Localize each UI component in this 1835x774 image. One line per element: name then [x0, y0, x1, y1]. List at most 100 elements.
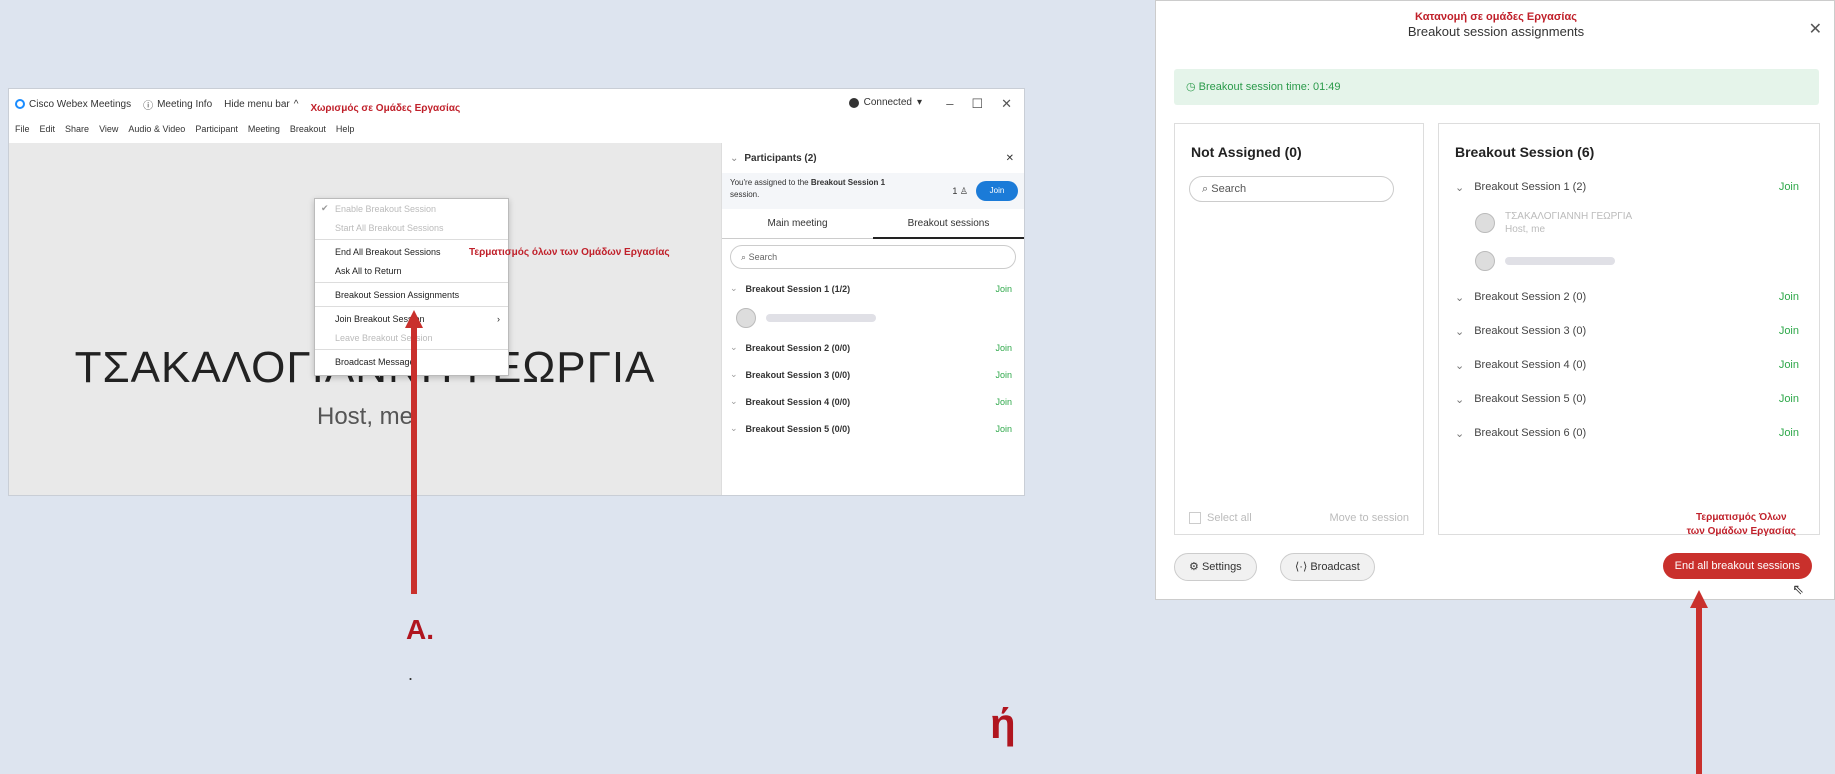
arrow-b-head — [1690, 590, 1708, 608]
menu-bar: File Edit Share View Audio & Video Participan… — [9, 119, 1024, 139]
close-icon[interactable]: ✕ — [1809, 19, 1822, 39]
not-assigned-search-input[interactable]: ⌕ Search — [1189, 176, 1394, 202]
end-all-breakout-sessions-button[interactable]: End all breakout sessions — [1662, 553, 1812, 579]
label-option-a: A. — [406, 614, 434, 645]
end-all-annotation: Τερματισμός Όλων των Ομάδων Εργασίας — [1687, 511, 1796, 539]
hide-menu-label: Hide menu bar — [224, 98, 290, 110]
session-join-link[interactable]: Join — [995, 284, 1012, 294]
tab-breakout-sessions[interactable]: Breakout sessions — [873, 209, 1024, 239]
participants-session-row[interactable]: ⌄ Breakout Session 5 (0/0) Join — [722, 415, 1024, 442]
menu-item-breakout[interactable]: Breakout — [290, 124, 326, 134]
dropdown-item-ask-all-to-return[interactable]: Ask All to Return — [315, 261, 508, 280]
participant-count-number: 1 — [952, 186, 958, 196]
dropdown-item-breakout-session-assignments[interactable]: Breakout Session Assignments — [315, 285, 508, 304]
breakout-session-row[interactable]: ⌄ Breakout Session 2 (0) Join — [1439, 280, 1819, 314]
assigned-session-name: Breakout Session 1 — [810, 178, 886, 187]
menu-item-edit[interactable]: Edit — [40, 124, 56, 134]
label-or: ή — [990, 700, 1016, 747]
chevron-down-icon[interactable]: ⌄ — [1455, 393, 1464, 406]
chevron-down-icon[interactable]: ⌄ — [730, 153, 738, 164]
chevron-down-icon[interactable]: ⌄ — [730, 396, 738, 407]
connected-label: Connected — [863, 97, 912, 108]
session-join-link[interactable]: Join — [995, 370, 1012, 380]
annotation-end-all: Τερματισμός όλων των Ομάδων Εργασίας — [469, 247, 670, 258]
breakout-session-row[interactable]: ⌄ Breakout Session 3 (0) Join — [1439, 314, 1819, 348]
participants-session-row[interactable]: ⌄ Breakout Session 3 (0/0) Join — [722, 361, 1024, 388]
breakout-session-row[interactable]: ⌄ Breakout Session 5 (0) Join — [1439, 382, 1819, 416]
breakout-join-link[interactable]: Join — [1779, 181, 1799, 193]
join-session-button[interactable]: Join — [976, 181, 1018, 201]
menu-item-participant[interactable]: Participant — [195, 124, 238, 134]
minimize-icon[interactable]: – — [946, 96, 953, 112]
chevron-up-icon: ^ — [293, 98, 299, 110]
submenu-arrow-icon: › — [497, 313, 500, 324]
connection-status[interactable]: Connected ▾ — [848, 97, 922, 108]
chevron-down-icon[interactable]: ⌄ — [1455, 359, 1464, 372]
session-label: Breakout Session 4 (0/0) — [745, 396, 851, 407]
checkbox-icon — [1189, 512, 1201, 524]
assignment-notice: You're assigned to the Breakout Session … — [722, 173, 1024, 209]
breakout-session-label: Breakout Session 1 (2) — [1474, 181, 1587, 193]
chevron-down-icon[interactable]: ⌄ — [1455, 181, 1464, 194]
meeting-info-button[interactable]: ⓘ Meeting Info — [143, 97, 212, 112]
chevron-down-icon[interactable]: ⌄ — [730, 423, 738, 434]
move-to-session-button[interactable]: Move to session — [1330, 512, 1409, 524]
chevron-down-icon[interactable]: ⌄ — [730, 283, 738, 294]
menu-item-audio-video[interactable]: Audio & Video — [128, 124, 185, 134]
breakout-member[interactable] — [1439, 242, 1819, 280]
breakout-member-info: ΤΣΑΚΑΛΟΓΙΑΝΝΗ ΓΕΩΡΓΙΑ Host, me — [1505, 210, 1632, 236]
menu-item-share[interactable]: Share — [65, 124, 89, 134]
stage-participant-role: Host, me — [316, 403, 414, 430]
dropdown-item-start-all-breakout-sessions: Start All Breakout Sessions — [315, 218, 508, 237]
close-icon[interactable]: ✕ — [1006, 153, 1014, 164]
breakout-join-link[interactable]: Join — [1779, 291, 1799, 303]
breakout-session-panel: Breakout Session (6) ⌄ Breakout Session 1… — [1438, 123, 1820, 535]
menu-item-meeting[interactable]: Meeting — [248, 124, 280, 134]
participants-session-row[interactable]: ⌄ Breakout Session 4 (0/0) Join — [722, 388, 1024, 415]
settings-button[interactable]: ⚙ Settings — [1174, 553, 1257, 581]
participants-search-input[interactable]: ⌕ Search — [730, 245, 1016, 269]
participants-header: ⌄ Participants (2) ✕ — [722, 143, 1024, 173]
menu-item-help[interactable]: Help — [336, 124, 355, 134]
breakout-session-row[interactable]: ⌄ Breakout Session 1 (2) Join — [1439, 170, 1819, 204]
end-annotation-line-2: των Ομάδων Εργασίας — [1686, 526, 1796, 537]
breakout-join-link[interactable]: Join — [1779, 393, 1799, 405]
breakout-session-row[interactable]: ⌄ Breakout Session 6 (0) Join — [1439, 416, 1819, 450]
chevron-down-icon[interactable]: ⌄ — [730, 342, 738, 353]
chevron-down-icon[interactable]: ⌄ — [1455, 427, 1464, 440]
breakout-member[interactable]: ΤΣΑΚΑΛΟΓΙΑΝΝΗ ΓΕΩΡΓΙΑ Host, me — [1439, 204, 1819, 242]
select-all-label: Select all — [1207, 511, 1252, 524]
blurred-member-name — [1505, 257, 1615, 265]
participants-session-row[interactable]: ⌄ Breakout Session 1 (1/2) Join — [722, 275, 1024, 302]
menu-item-view[interactable]: View — [99, 124, 118, 134]
breakout-session-label: Breakout Session 4 (0) — [1474, 359, 1587, 371]
search-placeholder: Search — [748, 252, 778, 262]
broadcast-button[interactable]: ⟨·⟩ Broadcast — [1280, 553, 1375, 581]
dropdown-item-label: Enable Breakout Session — [335, 203, 437, 214]
hide-menu-bar-button[interactable]: Hide menu bar ^ — [224, 99, 298, 110]
session-join-link[interactable]: Join — [995, 343, 1012, 353]
select-all-checkbox[interactable]: Select all — [1189, 512, 1252, 524]
tab-main-meeting[interactable]: Main meeting — [722, 209, 873, 239]
chevron-down-icon[interactable]: ⌄ — [730, 369, 738, 380]
gear-icon: ⚙ — [1189, 561, 1199, 573]
window-controls: – ☐ ✕ — [946, 96, 1012, 112]
dialog-title: Κατανομή σε ομάδες Εργασίας Breakout ses… — [1156, 11, 1835, 39]
settings-label: Settings — [1201, 561, 1242, 573]
person-icon: ♙ — [959, 186, 968, 196]
session-join-link[interactable]: Join — [995, 424, 1012, 434]
not-assigned-title: Not Assigned (0) — [1191, 144, 1302, 160]
session-label: Breakout Session 5 (0/0) — [745, 423, 851, 434]
session-join-link[interactable]: Join — [995, 397, 1012, 407]
breakout-session-row[interactable]: ⌄ Breakout Session 4 (0) Join — [1439, 348, 1819, 382]
maximize-icon[interactable]: ☐ — [971, 96, 983, 112]
breakout-join-link[interactable]: Join — [1779, 359, 1799, 371]
menu-item-file[interactable]: File — [15, 124, 30, 134]
app-title[interactable]: Cisco Webex Meetings — [15, 99, 131, 110]
chevron-down-icon[interactable]: ⌄ — [1455, 325, 1464, 338]
breakout-join-link[interactable]: Join — [1779, 427, 1799, 439]
breakout-join-link[interactable]: Join — [1779, 325, 1799, 337]
participants-session-row[interactable]: ⌄ Breakout Session 2 (0/0) Join — [722, 334, 1024, 361]
close-icon[interactable]: ✕ — [1001, 96, 1012, 112]
chevron-down-icon[interactable]: ⌄ — [1455, 291, 1464, 304]
